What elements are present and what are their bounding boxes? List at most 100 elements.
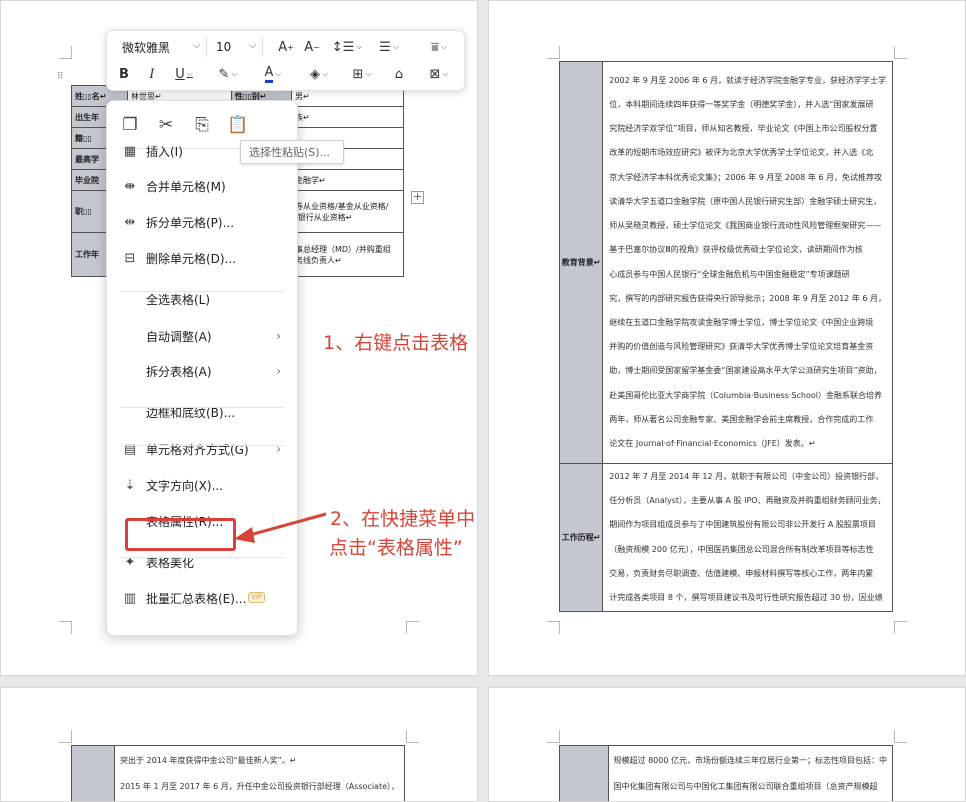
menu-item[interactable]: 拆分表格(A) › bbox=[107, 356, 299, 386]
table-content-cell[interactable]: 突出于 2014 年度获得中金公司“最佳新人奖”。↵ 2015 年 1 月至 20… bbox=[114, 745, 405, 801]
table-beautify-icon: ✦ bbox=[124, 554, 136, 570]
text-line: （融资规模 200 亿元），中国医药集团总公司混合所有制改革项目等标志性 bbox=[609, 544, 874, 554]
delete-table-icon[interactable]: ⊠ ⌵ bbox=[423, 63, 455, 85]
mini-format-toolbar: 微软雅黑 ⌵ 10 ⌵ A + A − ↕☰ ⌵ ☰ ⌵ ⩸ ⌵ B I U ⌵ ✎ ⌵ A ⌵… bbox=[106, 30, 465, 91]
page-corner-mark bbox=[894, 621, 907, 634]
text-line: 交易，负责财务尽职调查、估值建模、申报材料撰写等核心工作，两年内累 bbox=[609, 568, 874, 578]
table-cell[interactable]: 券从业资格/基金从业资格/ |银行从业资格↵ bbox=[291, 190, 404, 233]
page-corner-mark bbox=[894, 730, 907, 743]
resume-continued-table[interactable]: 规模超过 8000 亿元，市场份额连续三年位居行业第一；标志性项目包括：中 国中化… bbox=[559, 745, 894, 801]
page-corner-mark bbox=[59, 621, 72, 634]
text-line: 改革的短期市场效应研究》被评为北京大学优秀学士学位论文，并入选《北 bbox=[609, 148, 874, 158]
menu-item[interactable]: 全选表格(L) bbox=[107, 284, 299, 314]
menu-item[interactable]: ✦ 表格美化 bbox=[107, 547, 299, 577]
chevron-right-icon: › bbox=[276, 364, 281, 378]
delete-cells-icon: ⊟ bbox=[124, 250, 136, 266]
table-cell[interactable]: 金融学↵ bbox=[291, 169, 404, 191]
annotation-step2-line2: 点击“表格属性” bbox=[329, 537, 463, 559]
copy-icon[interactable]: ❐ bbox=[119, 113, 141, 137]
cell-align-icon: ▤ bbox=[123, 441, 137, 457]
shading-color-icon[interactable]: ◈ ⌵ bbox=[303, 63, 335, 85]
highlight-color-icon[interactable]: ✎ ⌵ bbox=[213, 63, 243, 85]
format-painter-icon[interactable]: ⌂ bbox=[389, 63, 409, 85]
font-name-select[interactable]: 微软雅黑 ⌵ bbox=[115, 36, 207, 58]
menu-item-label: 插入(I) bbox=[146, 144, 183, 159]
paragraph-style-icon[interactable]: ⩸ ⌵ bbox=[423, 36, 455, 58]
text-line: 赴美国哥伦比亚大学商学院（Columbia·Business·School）金融… bbox=[609, 390, 882, 400]
menu-separator bbox=[121, 291, 284, 292]
border-icon[interactable]: ⊞ ⌵ bbox=[347, 63, 377, 85]
font-color-icon[interactable]: A ⌵ bbox=[257, 63, 289, 85]
document-page: 突出于 2014 年度获得中金公司“最佳新人奖”。↵ 2015 年 1 月至 20… bbox=[0, 687, 478, 802]
menu-item[interactable]: ⇼ 合并单元格(M) bbox=[107, 171, 299, 201]
menu-item[interactable]: ⊟ 删除单元格(D)... bbox=[107, 243, 299, 273]
work-content[interactable]: 2012 年 7 月至 2014 年 12 月，就职于有限公司（中金公司）投资银… bbox=[602, 463, 893, 612]
table-cell[interactable]: 事总经理（MD）/并购重组 务线负责人↵ bbox=[291, 232, 404, 277]
text-line: 任分析员（Analyst），主要从事 A 股 IPO、再融资及并购重组财务顾问业… bbox=[609, 496, 886, 506]
document-page: 规模超过 8000 亿元，市场份额连续三年位居行业第一；标志性项目包括：中 国中化… bbox=[488, 687, 966, 802]
paste-special-tooltip: 选择性粘贴(S)... bbox=[240, 140, 344, 164]
decrease-font-size-icon[interactable]: A − bbox=[301, 36, 323, 58]
paste-special-icon[interactable]: 📋 bbox=[227, 113, 249, 137]
bold-icon[interactable]: B bbox=[115, 63, 133, 85]
page-corner-mark bbox=[59, 46, 72, 59]
add-column-button[interactable]: + bbox=[411, 191, 424, 204]
page-corner-mark bbox=[547, 621, 560, 634]
menu-item[interactable]: 自动调整(A) › bbox=[107, 321, 299, 351]
text-line: 助，博士期间受国家留学基金委“国家建设高水平大学公派研究生项目”资助， bbox=[609, 366, 882, 376]
menu-item[interactable]: ▤ 单元格对齐方式(G) › bbox=[107, 434, 299, 464]
menu-separator bbox=[121, 557, 284, 558]
paste-icon[interactable]: ⎘ bbox=[191, 113, 213, 137]
chevron-down-icon: ⌵ bbox=[193, 41, 200, 51]
page-corner-mark bbox=[406, 621, 419, 634]
menu-item[interactable]: ⇣ 文字方向(X)... bbox=[107, 470, 299, 500]
paragraph-align-icon[interactable]: ☰ ⌵ bbox=[373, 36, 405, 58]
education-content[interactable]: 2002 年 9 月至 2006 年 6 月，就读于经济学院金融学专业，获经济学… bbox=[602, 61, 893, 464]
context-menu: ❐ ✂ ⎘ 📋 ▦ 插入(I) › ⇼ 合并单元格(M) ⇹ 拆分单元格(P)... ⊟ 删除单… bbox=[106, 100, 298, 636]
text-line: 并购的价值创造与风险管理研究》获清华大学优秀博士学位论文培育基金资 bbox=[609, 342, 874, 352]
font-size-select[interactable]: 10 ⌵ bbox=[211, 36, 263, 58]
insert-table-icon: ▦ bbox=[123, 143, 137, 159]
annotation-arrow bbox=[234, 512, 327, 543]
table-label-cell bbox=[559, 745, 609, 801]
text-line: 计完成各类项目 8 个，撰写项目建议书及可行性研究报告超过 30 份，因业绩 bbox=[609, 592, 883, 602]
text-line: 继续在五道口金融学院攻读金融学博士学位，博士学位论文《中国企业跨境 bbox=[609, 317, 874, 327]
menu-item-label: 删除单元格(D)... bbox=[146, 251, 237, 266]
batch-summary-icon: ▥ bbox=[123, 590, 137, 606]
menu-item-label: 单元格对齐方式(G) bbox=[146, 442, 249, 457]
resume-continued-table[interactable]: 突出于 2014 年度获得中金公司“最佳新人奖”。↵ 2015 年 1 月至 20… bbox=[70, 745, 405, 801]
text-line: 国中化集团有限公司与中国化工集团有限公司联合重组项目（总资产规模超 bbox=[613, 782, 878, 791]
text-line: 究院经济学双学位”项目，师从知名教授，毕业论文《中国上市公司股权分置 bbox=[609, 124, 878, 134]
text-line: 究，撰写的内部研究报告获得央行领导批示；2008 年 9 月至 2012 年 6… bbox=[609, 293, 886, 303]
split-cells-icon: ⇹ bbox=[124, 214, 136, 230]
menu-item[interactable]: ▥ 批量汇总表格(E)... VIP bbox=[107, 583, 299, 613]
text-line: 读清华大学五道口金融学院（原中国人民银行研究生部）金融学硕士研究生， bbox=[609, 196, 882, 206]
annotation-step2-line1: 2、在快捷菜单中 bbox=[330, 508, 476, 530]
table-move-handle[interactable]: ⠿ bbox=[57, 72, 64, 82]
text-line: 京大学经济学本科优秀论文集》；2006 年 9 月至 2008 年 6 月，免试… bbox=[609, 172, 882, 182]
font-name-value: 微软雅黑 bbox=[122, 40, 171, 55]
resume-detail-table[interactable]: 教育背景↵ 2002 年 9 月至 2006 年 6 月，就读于经济学院金融学专… bbox=[558, 61, 893, 612]
italic-icon[interactable]: I bbox=[143, 63, 161, 85]
menu-item[interactable]: 边框和底纹(B)... bbox=[107, 397, 299, 427]
text-direction-icon: ⇣ bbox=[124, 477, 136, 493]
menu-item-label: 文字方向(X)... bbox=[146, 478, 224, 493]
increase-font-size-icon[interactable]: A + bbox=[275, 36, 297, 58]
underline-icon[interactable]: U ⌵ bbox=[169, 63, 199, 85]
vip-badge: VIP bbox=[248, 592, 266, 603]
merge-cells-icon: ⇼ bbox=[124, 178, 136, 194]
page-corner-mark bbox=[547, 730, 560, 743]
cut-icon[interactable]: ✂ bbox=[155, 113, 177, 137]
table-content-cell[interactable]: 规模超过 8000 亿元，市场份额连续三年位居行业第一；标志性项目包括：中 国中化… bbox=[607, 745, 894, 801]
text-line: 心成员参与中国人民银行“全球金融危机与中国金融稳定”专项课题研 bbox=[609, 269, 850, 279]
page-corner-mark bbox=[894, 46, 907, 59]
text-line: 期间作为项目组成员参与了中国建筑股份有限公司非公开发行 A 股股票项目 bbox=[609, 520, 876, 530]
line-spacing-icon[interactable]: ↕☰ ⌵ bbox=[331, 36, 363, 58]
menu-separator bbox=[121, 407, 284, 408]
menu-item-label: 自动调整(A) bbox=[146, 329, 212, 344]
table-label-cell bbox=[70, 745, 116, 801]
text-line: 位，本科期间连续四年获得一等奖学金（明德奖学金），并入选“国家发展研 bbox=[609, 100, 874, 110]
table-cell[interactable]: 族↵ bbox=[291, 106, 404, 128]
menu-item[interactable]: ⇹ 拆分单元格(P)... bbox=[107, 207, 299, 237]
menu-item-label: 合并单元格(M) bbox=[146, 179, 226, 194]
